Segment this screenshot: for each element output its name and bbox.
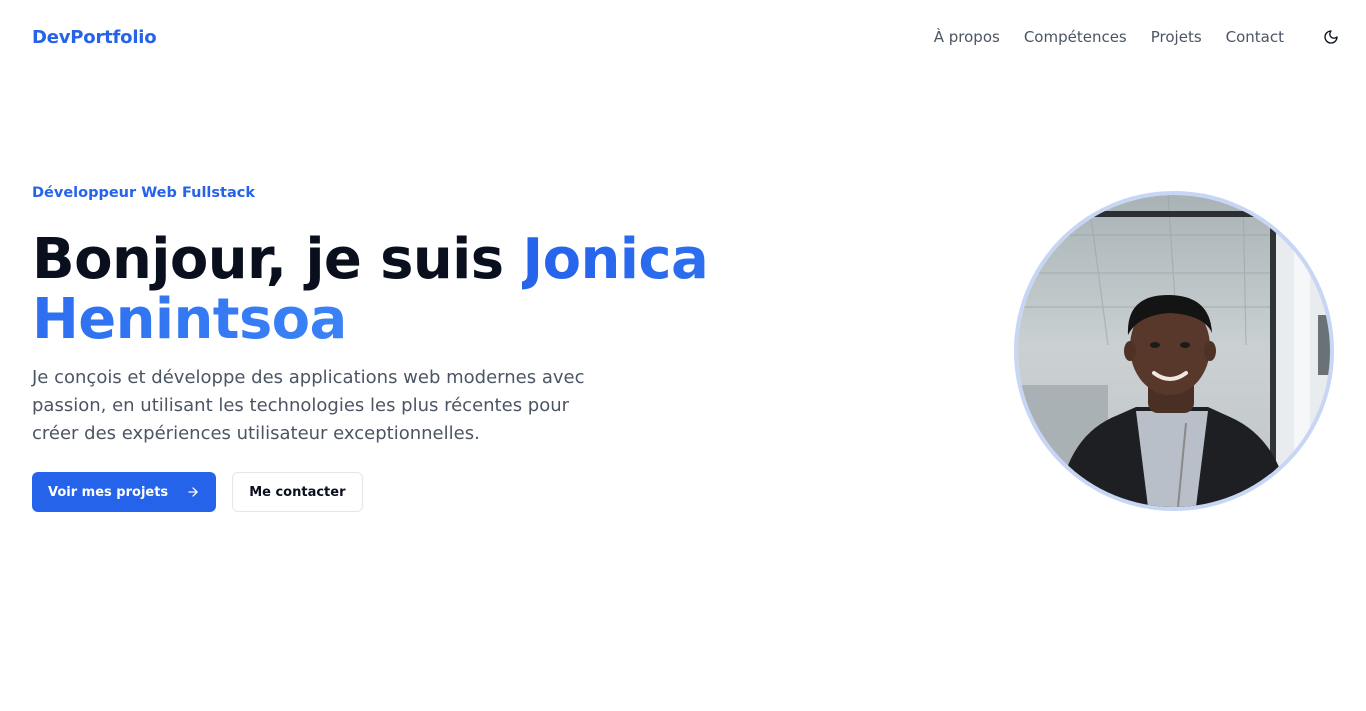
nav-links: À propos Compétences Projets Contact [934, 28, 1284, 46]
navbar: DevPortfolio À propos Compétences Projet… [0, 0, 1366, 74]
hero-actions: Voir mes projets Me contacter [32, 472, 712, 512]
profile-photo [1014, 191, 1334, 511]
view-projects-label: Voir mes projets [48, 484, 169, 500]
arrow-right-icon [188, 487, 198, 497]
contact-me-button[interactable]: Me contacter [232, 472, 363, 512]
nav-link-contact[interactable]: Contact [1226, 28, 1284, 46]
view-projects-button[interactable]: Voir mes projets [32, 472, 217, 512]
profile-photo-illustration [1018, 195, 1330, 507]
hero-section: Développeur Web Fullstack Bonjour, je su… [32, 182, 712, 512]
hero-headline: Bonjour, je suis Jonica Henintsoa [32, 230, 712, 350]
nav-link-skills[interactable]: Compétences [1024, 28, 1127, 46]
moon-icon [1324, 30, 1338, 44]
nav-link-about[interactable]: À propos [934, 28, 1000, 46]
logo[interactable]: DevPortfolio [32, 27, 157, 48]
hero-eyebrow: Développeur Web Fullstack [32, 185, 255, 201]
hero-greeting: Bonjour, je suis [32, 227, 504, 292]
theme-toggle-button[interactable] [1320, 26, 1342, 48]
nav-link-projects[interactable]: Projets [1151, 28, 1202, 46]
hero-description: Je conçois et développe des applications… [32, 367, 585, 444]
